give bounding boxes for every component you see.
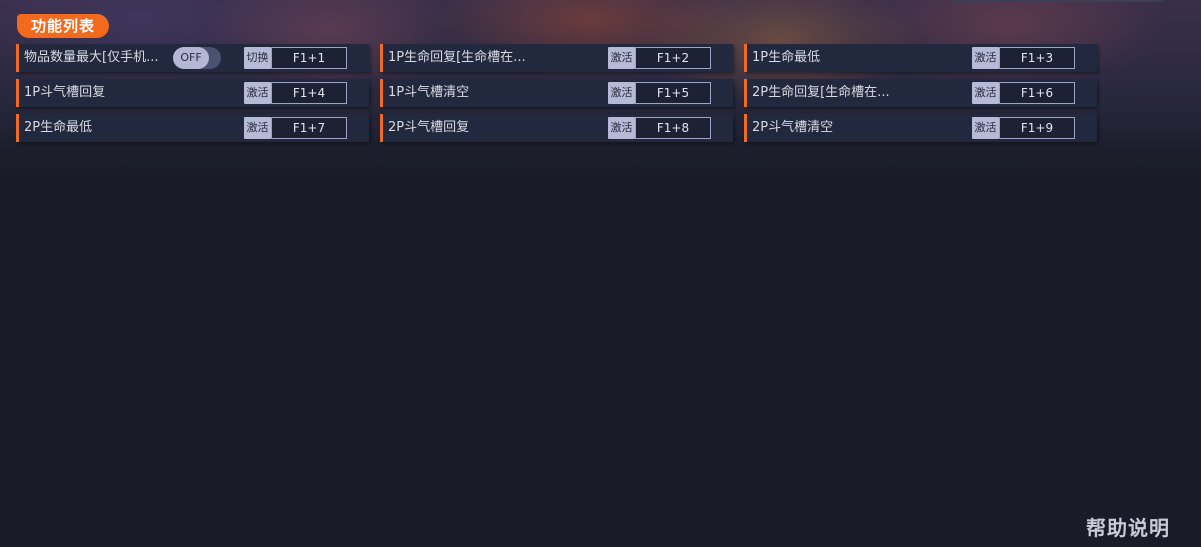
feature-row-2: 1P生命回复[生命槽在... 激活 F1+2	[380, 44, 733, 72]
feature-row-7: 2P生命最低 激活 F1+7	[16, 114, 369, 142]
trainer-window: 功能列表 物品数量最大[仅手机... OFF 切换 F1+1 1P生命回复[生命…	[0, 0, 1201, 547]
help-link[interactable]: 帮助说明	[1086, 512, 1170, 541]
feature-row-1: 物品数量最大[仅手机... OFF 切换 F1+1	[16, 44, 369, 72]
activate-button[interactable]: 激活	[244, 82, 271, 104]
feature-name: 2P生命回复[生命槽在...	[752, 85, 890, 100]
hotkey-field[interactable]: F1+2	[635, 47, 711, 69]
activate-button[interactable]: 激活	[972, 82, 999, 104]
toggle-state-label: OFF	[173, 47, 209, 69]
activate-button[interactable]: 激活	[972, 47, 999, 69]
feature-row-9: 2P斗气槽清空 激活 F1+9	[744, 114, 1097, 142]
activate-button[interactable]: 激活	[608, 82, 635, 104]
feature-name: 1P斗气槽清空	[388, 85, 470, 100]
feature-toggle[interactable]: OFF	[173, 47, 221, 69]
feature-name: 1P生命回复[生命槽在...	[388, 50, 526, 65]
feature-name: 1P斗气槽回复	[24, 85, 106, 100]
feature-name: 物品数量最大[仅手机...	[24, 50, 159, 65]
hotkey-field[interactable]: F1+4	[271, 82, 347, 104]
feature-name: 2P斗气槽回复	[388, 120, 470, 135]
activate-button[interactable]: 激活	[972, 117, 999, 139]
activate-button[interactable]: 激活	[244, 117, 271, 139]
feature-row-4: 1P斗气槽回复 激活 F1+4	[16, 79, 369, 107]
toggle-button[interactable]: 切换	[244, 47, 271, 69]
feature-row-5: 1P斗气槽清空 激活 F1+5	[380, 79, 733, 107]
hotkey-field[interactable]: F1+3	[999, 47, 1075, 69]
hotkey-field[interactable]: F1+7	[271, 117, 347, 139]
hotkey-field[interactable]: F1+9	[999, 117, 1075, 139]
feature-row-8: 2P斗气槽回复 激活 F1+8	[380, 114, 733, 142]
feature-row-6: 2P生命回复[生命槽在... 激活 F1+6	[744, 79, 1097, 107]
hotkey-field[interactable]: F1+5	[635, 82, 711, 104]
feature-name: 1P生命最低	[752, 50, 821, 65]
feature-name: 2P斗气槽清空	[752, 120, 834, 135]
feature-row-3: 1P生命最低 激活 F1+3	[744, 44, 1097, 72]
activate-button[interactable]: 激活	[608, 117, 635, 139]
feature-name: 2P生命最低	[24, 120, 93, 135]
section-title: 功能列表	[17, 14, 110, 38]
hotkey-field[interactable]: F1+1	[271, 47, 347, 69]
activate-button[interactable]: 激活	[608, 47, 635, 69]
top-handle[interactable]	[952, 0, 1164, 2]
hotkey-field[interactable]: F1+6	[999, 82, 1075, 104]
hotkey-field[interactable]: F1+8	[635, 117, 711, 139]
